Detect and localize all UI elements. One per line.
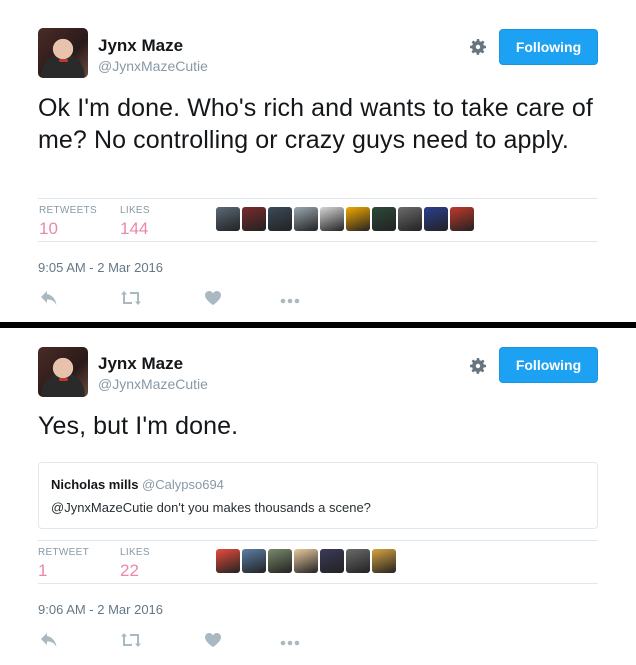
quoted-tweet[interactable]: Nicholas mills @Calypso694 @JynxMazeCuti… <box>38 462 598 529</box>
liker-avatar[interactable] <box>216 207 240 231</box>
tweet-stats: RETWEETS 10 LIKES 144 <box>38 198 598 242</box>
retweets-stat[interactable]: RETWEET 1 <box>38 547 89 581</box>
more-icon[interactable] <box>279 633 301 651</box>
liker-avatar[interactable] <box>450 207 474 231</box>
tweet-card-1: Jynx Maze @JynxMazeCutie Following Ok I'… <box>0 0 636 322</box>
tweet-text: Ok I'm done. Who's rich and wants to tak… <box>38 94 593 154</box>
liker-avatar[interactable] <box>346 207 370 231</box>
timestamp[interactable]: 9:05 AM - 2 Mar 2016 <box>38 260 163 275</box>
liker-avatar[interactable] <box>320 549 344 573</box>
avatar[interactable] <box>38 347 88 397</box>
avatar[interactable] <box>38 28 88 78</box>
liker-avatar[interactable] <box>346 549 370 573</box>
quote-author-name: Nicholas mills <box>51 477 139 492</box>
likes-count: 22 <box>120 561 139 580</box>
tweet-actions <box>38 633 338 653</box>
likes-stat[interactable]: LIKES 22 <box>120 547 150 581</box>
quote-text: @JynxMazeCutie don't you makes thousands… <box>51 500 371 515</box>
tweet-card-2: Jynx Maze @JynxMazeCutie Following Yes, … <box>0 328 636 665</box>
following-button[interactable]: Following <box>499 29 598 65</box>
liker-avatar[interactable] <box>424 207 448 231</box>
tweet-text: Yes, but I'm done. <box>38 412 239 440</box>
retweets-count: 1 <box>38 561 48 580</box>
timestamp[interactable]: 9:06 AM - 2 Mar 2016 <box>38 602 163 617</box>
liker-avatar[interactable] <box>216 549 240 573</box>
tweet-stats: RETWEET 1 LIKES 22 <box>38 540 598 584</box>
reply-icon[interactable] <box>38 291 60 309</box>
quote-author-handle: @Calypso694 <box>142 477 224 492</box>
likes-label: LIKES <box>120 205 150 216</box>
liker-avatars <box>216 207 474 231</box>
liker-avatars <box>216 549 396 573</box>
liker-avatar[interactable] <box>268 207 292 231</box>
user-handle[interactable]: @JynxMazeCutie <box>98 376 208 392</box>
liker-avatar[interactable] <box>268 549 292 573</box>
liker-avatar[interactable] <box>320 207 344 231</box>
liker-avatar[interactable] <box>294 549 318 573</box>
retweet-icon[interactable] <box>120 291 142 309</box>
likes-stat[interactable]: LIKES 144 <box>120 205 150 239</box>
liker-avatar[interactable] <box>294 207 318 231</box>
heart-icon[interactable] <box>202 633 224 651</box>
retweets-label: RETWEET <box>38 547 89 558</box>
gear-icon[interactable] <box>468 37 488 57</box>
retweets-label: RETWEETS <box>39 205 97 216</box>
tweet-actions <box>38 291 338 311</box>
likes-count: 144 <box>120 219 149 238</box>
reply-icon[interactable] <box>38 633 60 651</box>
liker-avatar[interactable] <box>372 207 396 231</box>
retweets-count: 10 <box>39 219 58 238</box>
following-button[interactable]: Following <box>499 347 598 383</box>
heart-icon[interactable] <box>202 291 224 309</box>
gear-icon[interactable] <box>468 356 488 376</box>
display-name[interactable]: Jynx Maze <box>98 36 183 56</box>
user-handle[interactable]: @JynxMazeCutie <box>98 58 208 74</box>
retweet-icon[interactable] <box>120 633 142 651</box>
more-icon[interactable] <box>279 291 301 309</box>
quote-author: Nicholas mills @Calypso694 <box>51 477 224 492</box>
liker-avatar[interactable] <box>242 207 266 231</box>
retweets-stat[interactable]: RETWEETS 10 <box>39 205 97 239</box>
display-name[interactable]: Jynx Maze <box>98 354 183 374</box>
liker-avatar[interactable] <box>398 207 422 231</box>
likes-label: LIKES <box>120 547 150 558</box>
liker-avatar[interactable] <box>242 549 266 573</box>
liker-avatar[interactable] <box>372 549 396 573</box>
